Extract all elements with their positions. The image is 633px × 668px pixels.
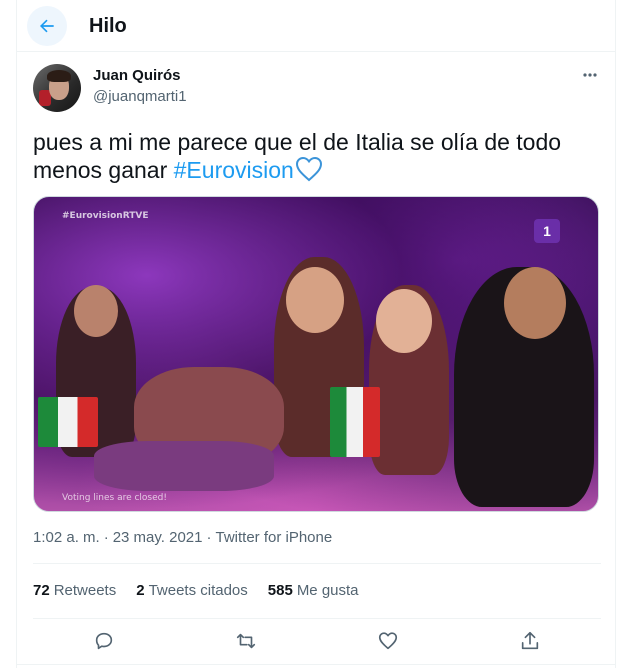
more-icon <box>583 73 597 77</box>
likes-stat[interactable]: 585 Me gusta <box>268 582 359 600</box>
back-button[interactable] <box>27 6 67 46</box>
media-brand-label: #EurovisionRTVE <box>62 211 149 221</box>
channel-logo: 1 <box>534 219 560 243</box>
heart-icon <box>378 632 398 650</box>
author-display-name[interactable]: Juan Quirós <box>93 67 181 85</box>
tweet-date[interactable]: 23 may. 2021 <box>113 529 203 546</box>
tweet-text-line1: pues a mi me parece que el de Italia se … <box>33 129 562 155</box>
hashtag-link[interactable]: #Eurovision <box>174 157 294 183</box>
thread-column: Hilo Juan Quirós @juanqmarti1 pues a mi … <box>16 0 616 668</box>
reply-icon <box>95 632 113 650</box>
retweets-stat[interactable]: 72 Retweets <box>33 582 116 600</box>
reply-button[interactable] <box>87 626 121 656</box>
quotes-stat[interactable]: 2 Tweets citados <box>136 582 248 600</box>
retweet-button[interactable] <box>229 626 263 656</box>
share-button[interactable] <box>513 626 547 656</box>
more-options-button[interactable] <box>579 64 601 86</box>
divider <box>33 563 601 564</box>
tweet-stats: 72 Retweets 2 Tweets citados 585 Me gusta <box>33 582 359 600</box>
tweet-actions <box>33 626 601 656</box>
tweet-text-line2: menos ganar <box>33 157 174 183</box>
share-icon <box>521 631 539 650</box>
divider <box>33 618 601 619</box>
arrow-left-icon <box>40 19 54 33</box>
like-button[interactable] <box>371 626 405 656</box>
avatar[interactable] <box>33 64 81 112</box>
tweet-media-image[interactable]: #EurovisionRTVE 1 Voting lines are close… <box>33 196 599 512</box>
media-caption: Voting lines are closed! <box>62 493 167 503</box>
blue-heart-emoji-icon <box>295 156 323 188</box>
tweet-time[interactable]: 1:02 a. m. <box>33 529 100 546</box>
tweet-source[interactable]: Twitter for iPhone <box>215 529 332 546</box>
tweet-text: pues a mi me parece que el de Italia se … <box>33 128 593 188</box>
page-title: Hilo <box>89 15 127 37</box>
tweet-meta: 1:02 a. m. · 23 may. 2021 · Twitter for iPho… <box>33 529 333 546</box>
author-handle[interactable]: @juanqmarti1 <box>93 88 187 106</box>
retweet-icon <box>236 633 256 649</box>
thread-header: Hilo <box>17 0 615 52</box>
divider <box>17 664 615 665</box>
